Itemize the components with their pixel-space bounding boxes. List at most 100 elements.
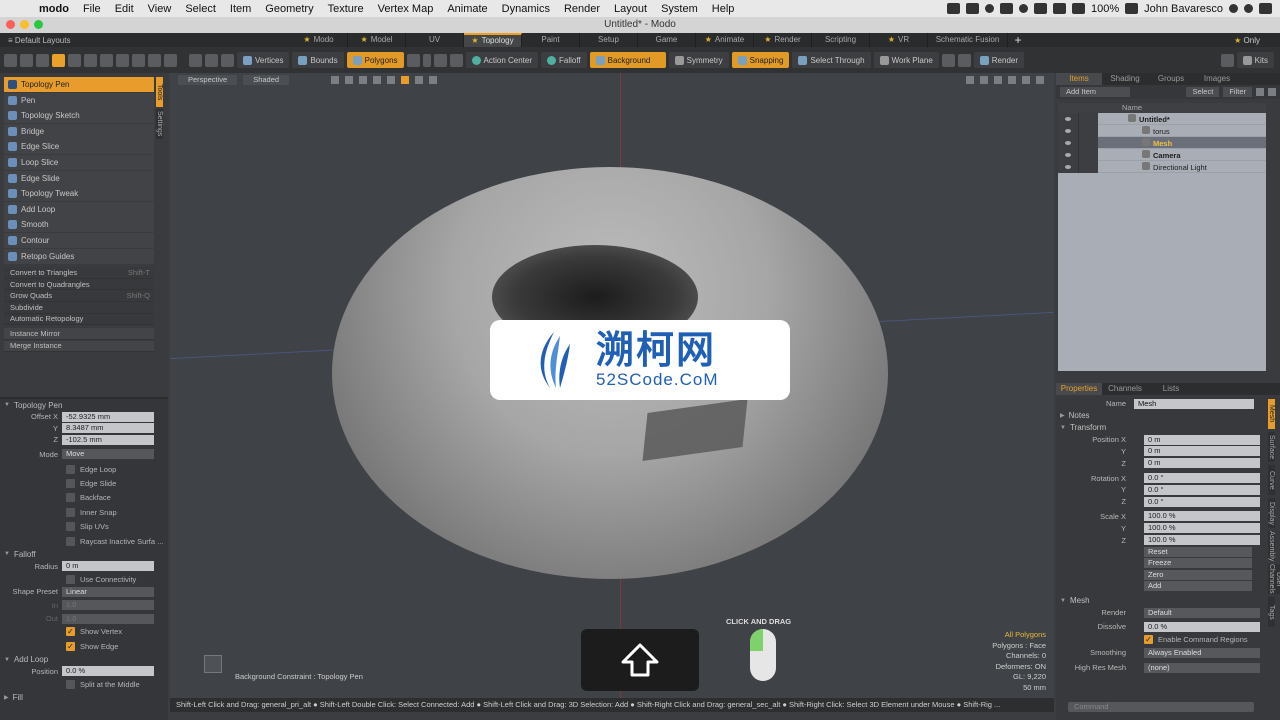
default-layouts-dropdown[interactable]: ≡ Default Layouts (0, 36, 290, 45)
lock-icon[interactable] (1078, 112, 1098, 125)
layout-tab-render[interactable]: ★ Render (754, 33, 812, 47)
pan-icon[interactable] (966, 76, 974, 84)
tool-edge-slice[interactable]: Edge Slice (4, 139, 154, 155)
add-loop-section[interactable]: ▼ Add Loop (0, 654, 168, 666)
shading-dropdown[interactable]: Shaded (243, 75, 290, 85)
visibility-eye-icon[interactable] (1058, 124, 1078, 137)
items-tab-shading[interactable]: Shading (1102, 73, 1148, 85)
prop-side-tab-mesh[interactable]: Mesh (1268, 399, 1275, 429)
battery-percent[interactable]: 100% (1091, 3, 1119, 15)
use-connectivity-checkbox[interactable]: Use Connectivity (0, 572, 168, 586)
select-button[interactable]: Select (1186, 87, 1220, 97)
option-edge-slide[interactable]: Edge Slide (0, 476, 168, 490)
overlay-icon[interactable] (373, 76, 382, 84)
fill-section[interactable]: ▶ Fill (0, 691, 168, 703)
lock-icon[interactable] (1078, 148, 1098, 161)
split-middle-checkbox[interactable]: Split at the Middle (0, 677, 168, 691)
pen-tool-icon[interactable] (52, 53, 65, 67)
dropdown-arrow-icon[interactable] (422, 53, 431, 67)
item-mode-icon[interactable] (205, 53, 218, 67)
menu-file[interactable]: File (76, 3, 108, 15)
action-center-button[interactable]: Action Center (465, 52, 538, 68)
enable-command-regions-checkbox[interactable]: Enable Command Regions (1056, 633, 1280, 647)
transform-tool-icon[interactable] (132, 53, 145, 67)
show-edge-checkbox[interactable]: Show Edge (0, 639, 168, 653)
viewport-menu-icon[interactable] (1036, 76, 1044, 84)
side-tab-tools[interactable]: Tools (156, 77, 163, 107)
show-vertex-checkbox[interactable]: Show Vertex (0, 625, 168, 639)
tool-pen[interactable]: Pen (4, 92, 154, 108)
siri-icon[interactable] (1244, 4, 1253, 13)
transform-section[interactable]: ▼ Transform (1056, 422, 1280, 434)
sync-icon[interactable] (984, 4, 994, 13)
clock-icon[interactable] (1018, 4, 1028, 13)
layout-tab-uv[interactable]: UV (406, 33, 464, 47)
sketch-tool-icon[interactable] (68, 53, 81, 67)
shape-preset-dropdown[interactable]: Linear (62, 586, 154, 597)
layout-tab-scripting[interactable]: Scripting (812, 33, 870, 47)
falloff-button[interactable]: Falloff (541, 52, 587, 68)
menu-dynamics[interactable]: Dynamics (495, 3, 557, 15)
scale-y-field[interactable]: 100.0 % (1144, 523, 1260, 534)
rotation-z-field[interactable]: 0.0 ° (1144, 496, 1260, 507)
scale-x-field[interactable]: 100.0 % (1144, 511, 1260, 522)
transform-zero-button[interactable]: Zero (1144, 569, 1252, 580)
offset-z-field[interactable]: -102.5 mm (62, 434, 154, 445)
dissolve-field[interactable]: 0.0 % (1144, 621, 1260, 632)
tool-loop-slice[interactable]: Loop Slice (4, 154, 154, 170)
only-toggle[interactable]: ★ Only (1234, 36, 1280, 45)
properties-tab-lists[interactable]: Lists (1148, 383, 1194, 395)
falloff-section[interactable]: ▼ Falloff (0, 548, 168, 560)
smoothing-dropdown[interactable]: Always Enabled (1144, 647, 1260, 658)
layer-icon[interactable] (415, 76, 424, 84)
out-field[interactable]: 1.0 (62, 613, 154, 624)
layout-tab-schematic-fusion[interactable]: Schematic Fusion (928, 33, 1008, 47)
item-row-torus[interactable]: torus (1058, 124, 1266, 137)
user-name[interactable]: John Bavaresco (1144, 3, 1223, 15)
visibility-eye-icon[interactable] (1058, 160, 1078, 173)
menu-list-icon[interactable] (1259, 3, 1272, 14)
layout-tab-paint[interactable]: Paint (522, 33, 580, 47)
position-y-field[interactable]: 0 m (1144, 446, 1260, 457)
command-convert-to-quadrangles[interactable]: Convert to Quadrangles (4, 278, 154, 291)
layout-tab-modo[interactable]: ★ Modo (290, 33, 348, 47)
zoom-window-button[interactable] (34, 20, 43, 29)
item-row-directional-light[interactable]: Directional Light (1058, 160, 1266, 173)
command-automatic-retopology[interactable]: Automatic Retopology (4, 313, 154, 326)
rotation-x-field[interactable]: 0.0 ° (1144, 473, 1260, 484)
kits-button[interactable]: Kits (1236, 52, 1274, 68)
prop-side-tab-display[interactable]: Display (1268, 498, 1275, 528)
menu-layout[interactable]: Layout (607, 3, 654, 15)
grid-tool-icon[interactable] (116, 53, 129, 67)
menu-view[interactable]: View (141, 3, 179, 15)
work-plane-button[interactable]: Work Plane (873, 52, 939, 68)
item-row-untitled[interactable]: Untitled* (1058, 112, 1266, 125)
move-tool-icon[interactable] (20, 53, 33, 67)
radius-field[interactable]: 0 m (62, 561, 154, 572)
volume-icon[interactable] (1052, 3, 1066, 14)
position-x-field[interactable]: 0 m (1144, 434, 1260, 445)
dropbox-icon[interactable] (946, 3, 960, 14)
visibility-eye-icon[interactable] (1058, 148, 1078, 161)
add-layout-button[interactable]: + (1008, 33, 1028, 47)
option-raycast-inactive-surfa[interactable]: Raycast Inactive Surfa ... (0, 534, 168, 548)
name-field[interactable]: Mesh (1134, 398, 1254, 409)
option-edge-loop[interactable]: Edge Loop (0, 462, 168, 476)
quad-view-icon[interactable] (345, 76, 354, 84)
snap-tool-icon[interactable] (148, 53, 161, 67)
prop-side-tab-curve[interactable]: Curve (1268, 465, 1275, 495)
layout-tab-vr[interactable]: ★ VR (870, 33, 928, 47)
orbit-icon[interactable] (980, 76, 988, 84)
items-tab-items[interactable]: Items (1056, 73, 1102, 85)
fit-icon[interactable] (1008, 76, 1016, 84)
funnel-icon[interactable] (1268, 88, 1276, 96)
tool-topology-sketch[interactable]: Topology Sketch (4, 108, 154, 124)
menu-render[interactable]: Render (557, 3, 607, 15)
menu-geometry[interactable]: Geometry (258, 3, 320, 15)
menu-animate[interactable]: Animate (440, 3, 494, 15)
preview-icon[interactable] (957, 53, 971, 67)
zoom-tool-icon[interactable] (100, 53, 113, 67)
tool-add-loop[interactable]: Add Loop (4, 201, 154, 217)
menu-item[interactable]: Item (223, 3, 258, 15)
minimize-window-button[interactable] (20, 20, 29, 29)
